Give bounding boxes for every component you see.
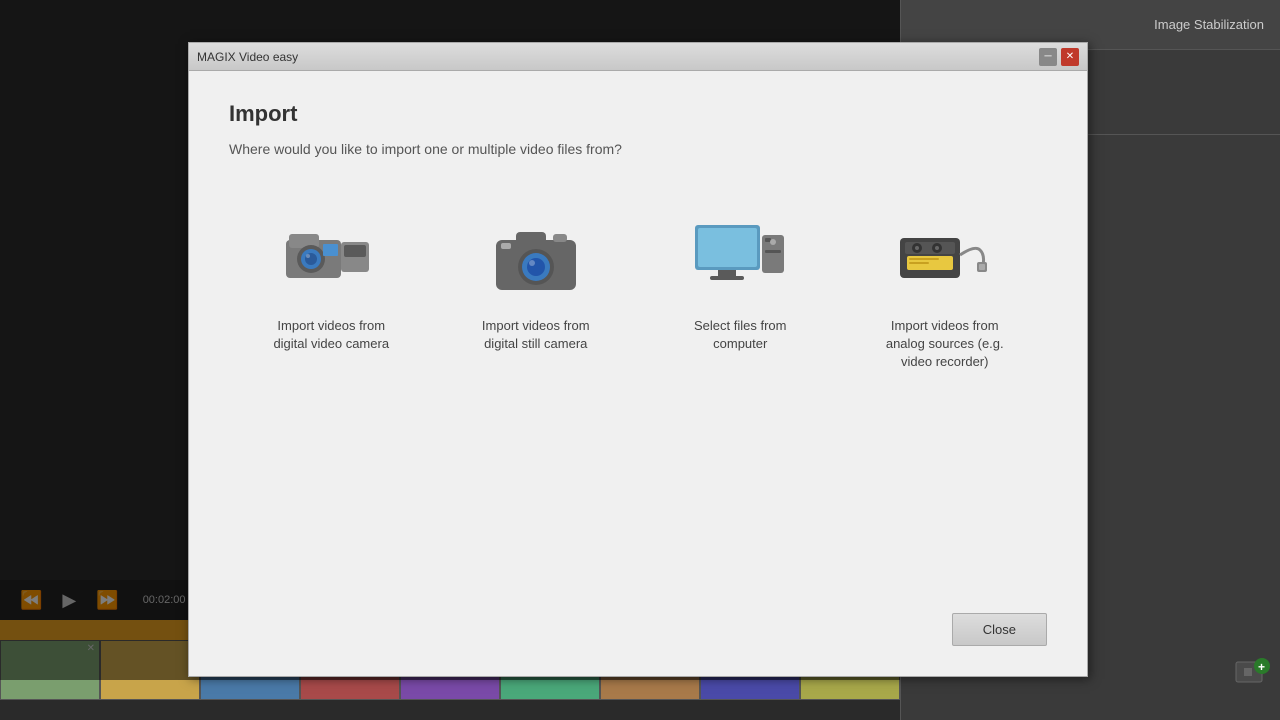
import-option-label-analog-sources: Import videos from analog sources (e.g. … — [875, 317, 1015, 372]
modal-close-x-button[interactable] — [1061, 48, 1079, 66]
import-option-digital-video-camera[interactable]: Import videos from digital video camera — [241, 197, 421, 392]
computer-icon — [690, 217, 790, 297]
modal-titlebar: MAGIX Video easy — [189, 43, 1087, 71]
close-button-row: Close — [952, 613, 1047, 646]
close-button[interactable]: Close — [952, 613, 1047, 646]
import-option-analog-sources[interactable]: Import videos from analog sources (e.g. … — [855, 197, 1035, 392]
import-options: Import videos from digital video camera — [229, 197, 1047, 392]
bottom-right-controls: + — [1234, 654, 1270, 690]
import-subtitle: Where would you like to import one or mu… — [229, 141, 1047, 157]
digital-video-camera-icon — [281, 217, 381, 297]
import-option-computer[interactable]: Select files from computer — [650, 197, 830, 392]
import-heading: Import — [229, 101, 1047, 127]
import-dialog: MAGIX Video easy Import Where would you … — [188, 42, 1088, 677]
image-stabilization-label: Image Stabilization — [917, 17, 1264, 32]
modal-body: Import Where would you like to import on… — [189, 71, 1087, 422]
svg-text:+: + — [1258, 660, 1265, 674]
digital-still-camera-icon — [486, 217, 586, 297]
analog-sources-icon — [895, 217, 995, 297]
add-storyboard-icon: + — [1234, 654, 1270, 690]
modal-title-text: MAGIX Video easy — [197, 50, 298, 64]
import-option-label-digital-still-camera: Import videos from digital still camera — [466, 317, 606, 353]
import-option-label-digital-video-camera: Import videos from digital video camera — [261, 317, 401, 353]
titlebar-buttons — [1039, 48, 1079, 66]
import-option-digital-still-camera[interactable]: Import videos from digital still camera — [446, 197, 626, 392]
add-storyboard-button[interactable]: + — [1234, 654, 1270, 690]
minimize-button[interactable] — [1039, 48, 1057, 66]
import-option-label-computer: Select files from computer — [670, 317, 810, 353]
